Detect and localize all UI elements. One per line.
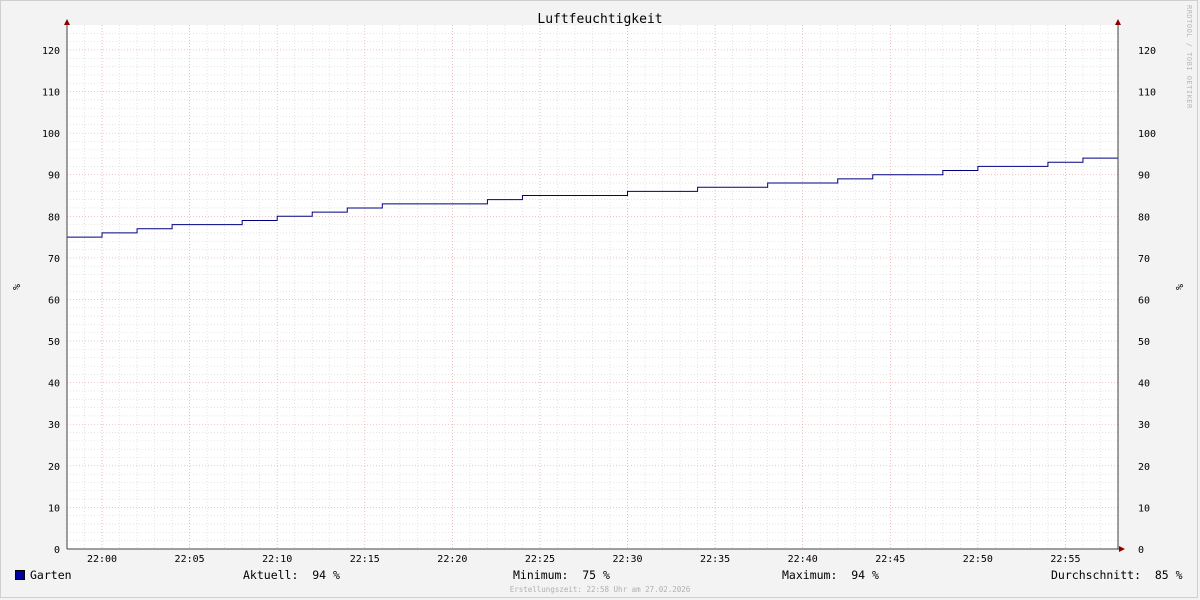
y-tick-label-left: 40	[48, 379, 60, 390]
y-tick-label-left: 30	[48, 420, 60, 431]
y-tick-label-left: 90	[48, 171, 60, 182]
y-tick-label-right: 50	[1138, 337, 1150, 348]
y-tick-label-left: 10	[48, 503, 60, 514]
y-tick-label-right: 120	[1138, 46, 1156, 57]
x-tick-label: 22:35	[700, 554, 730, 565]
y-tick-label-right: 10	[1138, 503, 1150, 514]
x-tick-label: 22:45	[875, 554, 905, 565]
y-axis-arrow-right	[1115, 19, 1121, 25]
x-tick-label: 22:50	[963, 554, 993, 565]
y-tick-label-right: 70	[1138, 254, 1150, 265]
y-tick-label-right: 110	[1138, 88, 1156, 99]
y-tick-label-left: 60	[48, 295, 60, 306]
y-tick-label-right: 30	[1138, 420, 1150, 431]
y-tick-label-right: 80	[1138, 212, 1150, 223]
x-tick-label: 22:20	[437, 554, 467, 565]
x-tick-label: 22:05	[175, 554, 205, 565]
y-axis-arrow-left	[64, 19, 70, 25]
legend-series-name: Garten	[30, 568, 72, 582]
y-tick-label-left: 110	[42, 88, 60, 99]
legend-swatch	[15, 570, 25, 580]
x-tick-label: 22:55	[1050, 554, 1080, 565]
legend-maximum: Maximum: 94 %	[782, 568, 879, 582]
x-tick-label: 22:15	[350, 554, 380, 565]
y-tick-label-left: 70	[48, 254, 60, 265]
x-tick-label: 22:40	[788, 554, 818, 565]
y-tick-label-left: 0	[54, 545, 60, 556]
chart-title: Luftfeuchtigkeit	[537, 12, 662, 27]
humidity-chart: 22:00 22:05 22:10 22:15 22:20 22:25 22:30 22:35…	[10, 5, 1193, 565]
x-tick-label: 22:00	[87, 554, 117, 565]
y-tick-label-right: 60	[1138, 295, 1150, 306]
y-tick-label-left: 20	[48, 462, 60, 473]
legend-average: Durchschnitt: 85 %	[1051, 568, 1183, 582]
x-axis-arrow	[1119, 546, 1125, 552]
legend-current: Aktuell: 94 %	[243, 568, 340, 582]
y-tick-label-right: 100	[1138, 129, 1156, 140]
y-tick-label-right: 20	[1138, 462, 1150, 473]
watermark: RRDTOOL / TOBI OETIKER	[1185, 5, 1193, 109]
y-tick-label-left: 50	[48, 337, 60, 348]
x-tick-label: 22:25	[525, 554, 555, 565]
y-tick-label-right: 90	[1138, 171, 1150, 182]
legend-minimum: Minimum: 75 %	[513, 568, 610, 582]
y-tick-label-right: 40	[1138, 379, 1150, 390]
y-tick-label-right: 0	[1138, 545, 1144, 556]
y-axis-label-right: %	[1173, 284, 1184, 290]
y-tick-label-left: 120	[42, 46, 60, 57]
y-axis-label-left: %	[10, 284, 21, 290]
y-tick-label-left: 100	[42, 129, 60, 140]
legend: Garten Aktuell: 94 % Minimum: 75 % Maxim…	[0, 568, 1200, 584]
y-tick-label-left: 80	[48, 212, 60, 223]
x-tick-label: 22:30	[612, 554, 642, 565]
x-tick-label: 22:10	[262, 554, 292, 565]
creation-time-note: Erstellungszeit: 22:58 Uhr am 27.02.2026	[509, 585, 691, 594]
